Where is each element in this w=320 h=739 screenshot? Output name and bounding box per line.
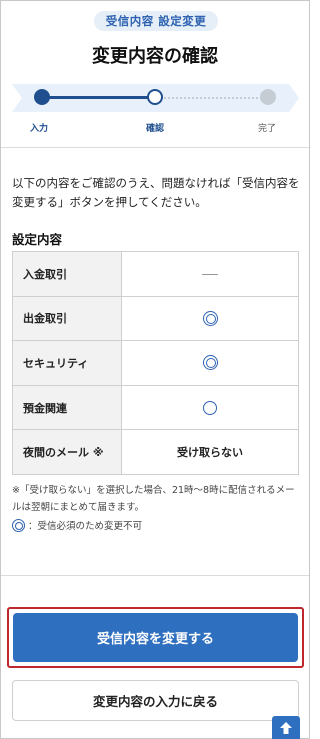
intro-text: 以下の内容をご確認のうえ、問題なければ「受信内容を変更する」ボタンを押してくださ… — [12, 176, 300, 209]
table-row: 出金取引 — [12, 295, 299, 342]
section-title: 設定内容 — [12, 232, 63, 247]
settings-table: 入金取引 出金取引 セキュリティ 預金関連 夜間のメール ※ 受け取らない — [12, 251, 299, 475]
row-value — [121, 295, 299, 342]
dash-icon — [202, 273, 218, 275]
primary-button-highlight: 受信内容を変更する — [7, 607, 304, 668]
row-label: 預金関連 — [12, 384, 122, 431]
step-label-complete: 完了 — [258, 124, 277, 134]
row-label: 夜間のメール ※ — [12, 429, 122, 475]
table-row: 入金取引 — [12, 251, 299, 297]
row-value — [121, 340, 299, 386]
stepper-line-complete — [41, 96, 155, 99]
legend-note-text: ：受信必須のため変更不可 — [28, 521, 143, 532]
step-dot-complete — [260, 89, 276, 105]
circle-icon — [203, 400, 217, 415]
page-title: 変更内容の確認 — [92, 46, 218, 67]
step-label-input: 入力 — [30, 124, 49, 134]
step-dot-confirm — [147, 89, 163, 105]
table-row: セキュリティ — [12, 340, 299, 386]
step-dot-input — [34, 89, 50, 105]
double-circle-icon — [12, 518, 25, 532]
double-circle-icon — [202, 310, 218, 326]
row-label: セキュリティ — [12, 340, 122, 386]
stepper-line-pending — [157, 97, 269, 99]
row-value — [121, 384, 299, 431]
row-value — [121, 251, 299, 297]
divider — [1, 147, 309, 148]
table-row: 預金関連 — [12, 384, 299, 431]
night-mail-note: ※「受け取らない」を選択した場合、21時〜8時に配信されるメールは翌朝にまとめて… — [12, 485, 295, 513]
back-to-input-button[interactable]: 変更内容の入力に戻る — [12, 680, 299, 721]
scroll-to-top-button[interactable] — [272, 716, 300, 739]
legend-note: ：受信必須のため変更不可 — [12, 518, 142, 532]
row-label: 出金取引 — [12, 295, 122, 342]
step-label-confirm: 確認 — [146, 124, 165, 134]
row-label: 入金取引 — [12, 251, 122, 297]
change-settings-button[interactable]: 受信内容を変更する — [13, 613, 298, 662]
header-badge: 受信内容 設定変更 — [94, 11, 218, 31]
arrow-up-icon — [280, 721, 292, 734]
double-circle-icon — [202, 355, 218, 371]
row-value: 受け取らない — [121, 429, 299, 475]
table-row: 夜間のメール ※ 受け取らない — [12, 429, 299, 475]
divider — [1, 575, 309, 576]
